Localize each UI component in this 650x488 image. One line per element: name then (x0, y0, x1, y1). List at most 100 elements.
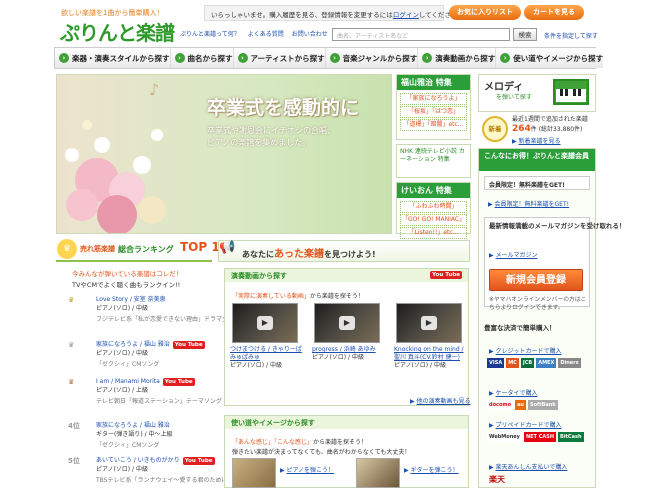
amex-logo: AMEX (536, 358, 557, 368)
feature-item: 「桜坂」「はつ恋」 (400, 106, 467, 118)
video-title[interactable]: つけまつける / きゃりーぱみゅぱみゅ (230, 346, 302, 361)
nhk-feature[interactable]: NHK 連続テレビ小説 カーネーション 特集 (396, 144, 471, 178)
ranking-item[interactable]: 5位 あいていこう / いきものがかり You Tube ピアノ(ソロ) / 中級… (68, 457, 234, 487)
ranking-item[interactable]: 4位 家族になろうよ / 福山 雅治 ギター(弾き語り) / 中〜上級 「ゼクシ… (68, 422, 218, 452)
rank-title[interactable]: I am / Manami Morita (96, 378, 160, 385)
piano-thumbnail[interactable] (232, 458, 276, 488)
video-item[interactable]: Knocking on the mind / 聖川 真斗(CV.鈴村 健一) ピア… (394, 346, 468, 370)
login-link[interactable]: ログイン (393, 11, 419, 19)
ranking-item[interactable]: ♛ I am / Manami Morita You Tube ピアノ(ソロ) /… (68, 378, 222, 414)
keitai-link[interactable]: ▶ ケータイで購入 (489, 388, 538, 397)
site-logo[interactable]: ぷりんと楽譜 (60, 17, 175, 46)
video-title[interactable]: Knocking on the mind / 聖川 真斗(CV.鈴村 健一) (394, 346, 464, 361)
search-button[interactable]: 検索 (513, 28, 537, 41)
ranking-item[interactable]: ♛ 家族になろうよ / 福山 雅治 You Tube ピアノ(ソロ) / 中級 「… (68, 341, 218, 377)
search-input[interactable]: 曲名、アーティスト名など (332, 28, 510, 41)
hero-banner[interactable]: ♪ 卒業式を感動的に 卒業式や謝恩会にイチオシの合唱、 ピアノの楽譜を集めました… (56, 74, 392, 234)
rank-sub: ピアノ(ソロ) / 中級 (96, 466, 148, 473)
nav-label: 楽器・演奏スタイルから探す (72, 53, 170, 63)
silver-crown-icon: ♛ (68, 341, 75, 349)
contact-link[interactable]: お問い合わせ (292, 29, 328, 38)
faq-link[interactable]: よくある質問 (248, 29, 284, 38)
nav-label: 使い道やイメージから探す (513, 53, 604, 63)
favorites-button[interactable]: お気に入りリスト (449, 5, 521, 20)
member-header: こんなにお得！ぷりんと楽譜会員 (479, 149, 595, 171)
cart-button[interactable]: カートを見る (524, 5, 584, 20)
rank-title[interactable]: Love Story / 安室 奈美恵 (96, 296, 166, 304)
nav-usage[interactable]: › 使い道やイメージから探す (496, 48, 604, 68)
ranking-title: 総合ランキング (118, 245, 174, 254)
nav-artist[interactable]: › アーティストから探す (233, 48, 325, 68)
find-title-highlight: あった楽譜 (274, 249, 324, 260)
rank-desc: フジテレビ系「私が恋愛できない理由」ドラマ主題歌 (96, 316, 241, 323)
arrow-icon: › (59, 53, 69, 63)
nav-title[interactable]: › 曲名から探す (170, 48, 233, 68)
nav-genre[interactable]: › 音楽ジャンルから探す (325, 48, 418, 68)
more-videos-link[interactable]: ▶ 他の演奏動画も見る (410, 396, 471, 405)
guitar-thumbnail[interactable] (356, 458, 400, 488)
member-limited-banner[interactable]: 会員限定！無料楽譜をGET! (484, 176, 590, 190)
rank-sub: ピアノ(ソロ) / 中級 (96, 350, 148, 357)
gold-crown-icon: ♛ (68, 296, 75, 304)
prepaid-link[interactable]: ▶ プリペイドカードで購入 (489, 420, 562, 429)
video-thumbnail[interactable]: ▶ (396, 303, 462, 343)
megaphone-icon: 📢 (219, 240, 236, 255)
music-note-icon: ♪ (149, 80, 160, 99)
mag-link-label: メールマガジン (495, 252, 538, 259)
video-intro: 「実際に演奏している動画」から楽譜を探そう！ (232, 291, 364, 300)
rank-title[interactable]: 家族になろうよ / 福山 雅治 (96, 422, 170, 430)
member-free-link[interactable]: ▶ 会員限定！無料楽譜をGET! (488, 199, 569, 208)
ranking-intro: 今みんなが弾いている楽譜はコレだ！ (72, 270, 183, 278)
video-sub: ピアノ(ソロ) / 中級 (312, 354, 364, 361)
rakuten-link[interactable]: ▶ 楽天あんしん支払いで購入 (489, 462, 567, 471)
rank-desc: テレビ朝日「報道ステーション」テーマソング (96, 398, 222, 405)
youtube-icon[interactable]: You Tube (182, 457, 215, 465)
payment-header: 豊富な決済で簡単購入！ (484, 324, 556, 332)
logo-text: ぷりんと楽譜 (60, 21, 175, 45)
fukuyama-feature[interactable]: 福山雅治 特集 「家族になろうよ」 「桜坂」「はつ恋」 「道標」「暗闇」etc.… (396, 74, 471, 140)
diners-logo: Diners (558, 358, 581, 368)
nav-instrument[interactable]: › 楽器・演奏スタイルから探す (55, 48, 170, 68)
youtube-icon[interactable]: You Tube (162, 378, 195, 386)
video-item[interactable]: progress / 浜崎 あゆみ ピアノ(ソロ) / 中級 (312, 346, 386, 362)
ranking-intro-2: TVやCMでよく聴く曲もランクイン!! (72, 281, 181, 289)
usage-header[interactable]: 使い道やイメージから探す (225, 416, 468, 429)
nav-label: アーティストから探す (250, 53, 325, 63)
keion-feature[interactable]: けいおん 特集 「ふわふわ時間」 「GO! GO! MANIAC」 「Liste… (396, 182, 471, 239)
about-link[interactable]: ぷりんと楽譜って何？ (180, 29, 240, 38)
video-thumbnail[interactable]: ▶ (314, 303, 380, 343)
video-item[interactable]: つけまつける / きゃりーぱみゅぱみゅ ピアノ(ソロ) / 中級 (230, 346, 304, 370)
video-thumbnail[interactable]: ▶ (232, 303, 298, 343)
advanced-search-link[interactable]: 条件を指定して探す (544, 31, 598, 40)
flower-bouquet-image (65, 120, 166, 233)
guitar-link-label: ギターを弾こう！ (410, 467, 459, 474)
rank-title[interactable]: 家族になろうよ / 福山 雅治 (96, 341, 170, 348)
youtube-icon[interactable]: You Tube (172, 341, 205, 349)
nav-video[interactable]: › 演奏動画から探す (418, 48, 496, 68)
melody-subtitle: を弾いて探す (496, 94, 532, 101)
piano-usage-link[interactable]: ▶ ピアノを弾こう！ (280, 465, 334, 474)
credit-card-link[interactable]: ▶ クレジットカードで購入 (489, 346, 562, 355)
guitar-usage-link[interactable]: ▶ ギターを弾こう！ (404, 465, 459, 474)
find-title-post: を見つけよう! (324, 250, 376, 259)
keyboard-icon (553, 79, 589, 105)
new-arrivals-link[interactable]: ▶ 新着楽譜を見る (512, 136, 561, 145)
ranking-item[interactable]: ♛ Love Story / 安室 奈美恵 ピアノ(ソロ) / 中級 フジテレビ… (68, 296, 240, 332)
new-arrivals-count: 264件 (総計33,880件) (512, 124, 582, 134)
mail-magazine-link[interactable]: ▶ メールマガジン (489, 250, 538, 259)
feature-title: 福山雅治 特集 (397, 75, 470, 90)
nav-label: 音楽ジャンルから探す (342, 53, 418, 63)
youtube-icon: You Tube (430, 271, 462, 279)
video-header[interactable]: 演奏動画から探す You Tube (225, 269, 468, 282)
prepaid-logos: WebMoney NET CASH BitCash (487, 432, 584, 442)
member-link-label: 会員限定！無料楽譜をGET! (494, 201, 570, 208)
rank-title[interactable]: あいていこう / いきものがかり (96, 457, 180, 464)
netcash-logo: NET CASH (523, 432, 557, 442)
bitcash-logo: BitCash (558, 432, 584, 442)
pay-label: クレジットカードで購入 (495, 348, 562, 355)
register-button[interactable]: 新規会員登録 (489, 269, 583, 291)
au-logo: au (515, 400, 526, 410)
video-title[interactable]: progress / 浜崎 あゆみ (312, 346, 376, 353)
visa-logo: VISA (487, 358, 505, 368)
softbank-logo: SoftBank (528, 400, 558, 410)
